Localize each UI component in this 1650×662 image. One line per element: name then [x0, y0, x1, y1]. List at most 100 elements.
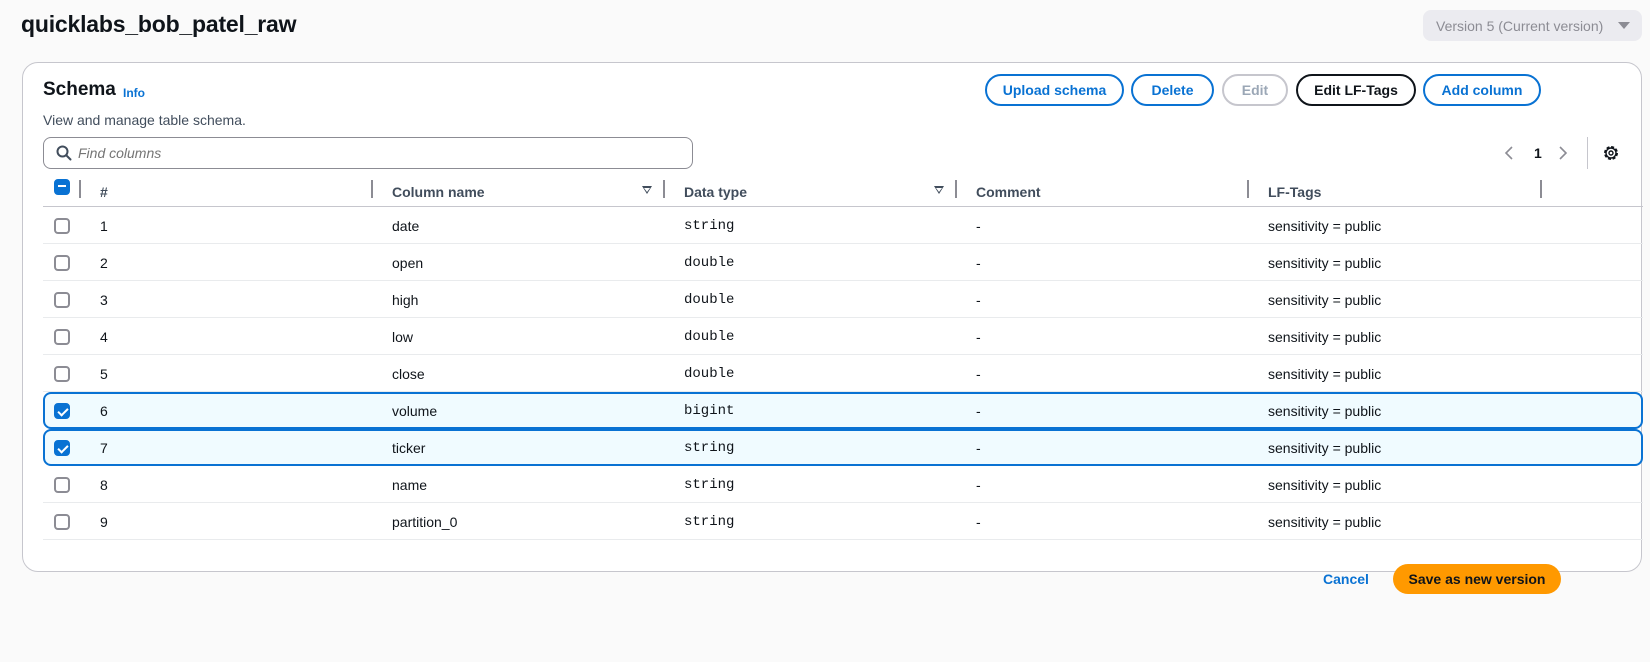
row-column-name: volume	[392, 403, 438, 419]
row-column-name: high	[392, 292, 419, 308]
row-column-name: low	[392, 329, 414, 345]
row-num: 7	[100, 440, 108, 456]
table-row[interactable]: 2 open double - sensitivity = public	[43, 244, 1643, 281]
row-checkbox[interactable]	[54, 403, 70, 419]
row-data-type: string	[684, 218, 735, 234]
row-column-name: ticker	[392, 440, 426, 456]
upload-schema-button[interactable]: Upload schema	[985, 74, 1124, 106]
table-row[interactable]: 5 close double - sensitivity = public	[43, 355, 1643, 392]
table-row[interactable]: 4 low double - sensitivity = public	[43, 318, 1643, 355]
search-field[interactable]	[43, 137, 693, 169]
row-data-type: string	[684, 514, 735, 530]
table-body: 1 date string - sensitivity = public 2 open dou…	[43, 207, 1643, 540]
header-data-type[interactable]: Data type	[684, 184, 747, 200]
row-num: 2	[100, 255, 108, 271]
row-num: 4	[100, 329, 108, 345]
chevron-left-icon[interactable]	[1503, 143, 1521, 163]
row-checkbox[interactable]	[54, 366, 70, 382]
page-title: quicklabs_bob_patel_raw	[21, 11, 297, 37]
column-divider[interactable]	[371, 180, 373, 198]
row-comment: -	[976, 366, 981, 382]
edit-lf-tags-button[interactable]: Edit LF-Tags	[1296, 74, 1416, 106]
row-comment: -	[976, 329, 981, 345]
table-row[interactable]: 1 date string - sensitivity = public	[43, 207, 1643, 244]
row-data-type: double	[684, 329, 735, 345]
header-comment: Comment	[976, 184, 1041, 200]
row-lf-tags: sensitivity = public	[1268, 292, 1382, 308]
row-checkbox[interactable]	[54, 218, 70, 234]
row-checkbox[interactable]	[54, 292, 70, 308]
row-checkbox[interactable]	[54, 255, 70, 271]
sort-icon[interactable]	[934, 186, 944, 194]
row-num: 3	[100, 292, 108, 308]
info-link[interactable]: Info	[123, 86, 145, 100]
row-data-type: double	[684, 366, 735, 382]
schema-heading: Schema	[43, 79, 116, 100]
row-lf-tags: sensitivity = public	[1268, 403, 1382, 419]
table-header: # Column name Data type Comment LF-Tags	[43, 176, 1643, 207]
pagination-divider	[1587, 137, 1588, 169]
column-divider[interactable]	[663, 180, 665, 198]
header-column-name[interactable]: Column name	[392, 184, 485, 200]
schema-description: View and manage table schema.	[43, 112, 246, 128]
sort-icon[interactable]	[642, 186, 652, 194]
row-checkbox[interactable]	[54, 329, 70, 345]
row-column-name: name	[392, 477, 428, 493]
table-row[interactable]: 7 ticker string - sensitivity = public	[43, 429, 1643, 466]
row-lf-tags: sensitivity = public	[1268, 477, 1382, 493]
row-comment: -	[976, 255, 981, 271]
caret-down-icon	[1618, 22, 1630, 29]
table-row[interactable]: 9 partition_0 string - sensitivity = public	[43, 503, 1643, 540]
row-lf-tags: sensitivity = public	[1268, 218, 1382, 234]
row-checkbox[interactable]	[54, 514, 70, 530]
pagination: 1	[1503, 137, 1643, 169]
row-lf-tags: sensitivity = public	[1268, 329, 1382, 345]
search-icon	[56, 145, 72, 161]
row-column-name: close	[392, 366, 425, 382]
table-row[interactable]: 3 high double - sensitivity = public	[43, 281, 1643, 318]
row-num: 1	[100, 218, 108, 234]
row-data-type: string	[684, 440, 735, 456]
add-column-button[interactable]: Add column	[1423, 74, 1541, 106]
edit-button[interactable]: Edit	[1222, 74, 1288, 106]
column-divider	[79, 180, 81, 198]
row-data-type: double	[684, 292, 735, 308]
row-column-name: open	[392, 255, 424, 271]
column-divider[interactable]	[1540, 180, 1542, 198]
table-row[interactable]: 6 volume bigint - sensitivity = public	[43, 392, 1643, 429]
schema-panel: Schema Info View and manage table schema…	[22, 62, 1643, 572]
row-column-name: date	[392, 218, 420, 234]
column-divider[interactable]	[1247, 180, 1249, 198]
row-lf-tags: sensitivity = public	[1268, 255, 1382, 271]
row-comment: -	[976, 477, 981, 493]
row-data-type: double	[684, 255, 735, 271]
row-checkbox[interactable]	[54, 440, 70, 456]
column-divider[interactable]	[955, 180, 957, 198]
row-lf-tags: sensitivity = public	[1268, 514, 1382, 530]
page-number[interactable]: 1	[1534, 145, 1542, 161]
row-num: 8	[100, 477, 108, 493]
save-as-new-version-button[interactable]: Save as new version	[1393, 564, 1561, 594]
row-comment: -	[976, 440, 981, 456]
header-num: #	[100, 184, 108, 200]
version-select[interactable]: Version 5 (Current version)	[1423, 10, 1642, 41]
row-comment: -	[976, 218, 981, 234]
version-select-label: Version 5 (Current version)	[1436, 17, 1604, 34]
chevron-right-icon[interactable]	[1557, 143, 1575, 163]
schema-table: # Column name Data type Comment LF-Tags …	[43, 176, 1643, 540]
select-all-checkbox[interactable]	[54, 179, 70, 195]
cancel-button[interactable]: Cancel	[1323, 571, 1369, 587]
search-input[interactable]	[78, 145, 678, 161]
delete-button[interactable]: Delete	[1131, 74, 1214, 106]
row-column-name: partition_0	[392, 514, 458, 530]
gear-icon[interactable]	[1601, 143, 1621, 163]
row-lf-tags: sensitivity = public	[1268, 366, 1382, 382]
row-num: 9	[100, 514, 108, 530]
row-comment: -	[976, 514, 981, 530]
row-lf-tags: sensitivity = public	[1268, 440, 1382, 456]
table-row[interactable]: 8 name string - sensitivity = public	[43, 466, 1643, 503]
row-num: 6	[100, 403, 108, 419]
row-comment: -	[976, 292, 981, 308]
row-checkbox[interactable]	[54, 477, 70, 493]
header-lf-tags: LF-Tags	[1268, 184, 1322, 200]
